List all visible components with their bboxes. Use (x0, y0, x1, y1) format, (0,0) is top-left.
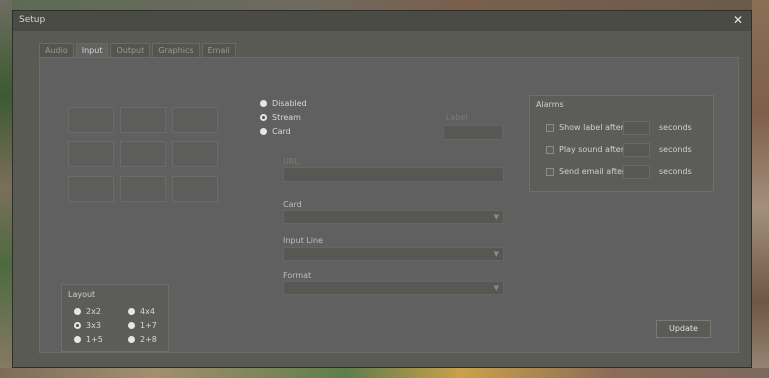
layout-3x3-label: 3x3 (86, 321, 101, 330)
label-input[interactable] (443, 125, 503, 140)
tab-bar: Audio Input Output Graphics Email (39, 43, 238, 58)
preview-cell-5[interactable] (120, 141, 166, 167)
layout-group: Layout 2x2 4x4 3x3 1+7 1+5 2+8 (61, 284, 169, 352)
show-label-text: Show label after (559, 123, 624, 132)
card-label: Card (283, 200, 302, 209)
layout-1plus7-radio[interactable]: 1+7 (128, 321, 157, 330)
preview-cell-7[interactable] (68, 176, 114, 202)
preview-cell-8[interactable] (120, 176, 166, 202)
layout-1plus5-radio[interactable]: 1+5 (74, 335, 103, 344)
source-disabled-label: Disabled (272, 99, 307, 108)
title-bar: Setup ✕ (13, 11, 751, 31)
checkbox-icon (546, 145, 554, 154)
radio-icon (74, 308, 81, 315)
show-label-unit: seconds (659, 123, 692, 132)
source-stream-label: Stream (272, 113, 301, 122)
desktop-strip-left (0, 0, 12, 378)
label-field-label: Label (446, 113, 468, 122)
alarms-title: Alarms (536, 100, 564, 109)
layout-title: Layout (68, 290, 96, 299)
source-stream-radio[interactable]: Stream (260, 113, 301, 122)
layout-1plus5-label: 1+5 (86, 335, 103, 344)
format-select[interactable]: ▼ (283, 281, 504, 295)
preview-cell-2[interactable] (120, 107, 166, 133)
layout-4x4-radio[interactable]: 4x4 (128, 307, 155, 316)
play-sound-unit: seconds (659, 145, 692, 154)
chevron-down-icon: ▼ (493, 284, 499, 292)
preview-cell-4[interactable] (68, 141, 114, 167)
layout-3x3-radio[interactable]: 3x3 (74, 321, 101, 330)
radio-icon (128, 308, 135, 315)
card-select[interactable]: ▼ (283, 210, 504, 224)
close-icon[interactable]: ✕ (731, 13, 745, 27)
play-sound-checkbox[interactable]: Play sound after (546, 145, 624, 154)
chevron-down-icon: ▼ (493, 213, 499, 221)
preview-cell-9[interactable] (172, 176, 218, 202)
alarms-group: Alarms Show label after seconds Play sou… (529, 95, 714, 192)
show-label-checkbox[interactable]: Show label after (546, 123, 624, 132)
send-email-text: Send email after (559, 167, 626, 176)
radio-icon (260, 128, 267, 135)
desktop-strip-right (752, 0, 769, 378)
input-tab-panel: Disabled Stream Card Label URL Card ▼ In… (39, 57, 739, 353)
checkbox-icon (546, 123, 554, 132)
preview-cell-6[interactable] (172, 141, 218, 167)
layout-1plus7-label: 1+7 (140, 321, 157, 330)
setup-dialog: Setup ✕ Audio Input Output Graphics Emai… (12, 10, 752, 368)
tab-input[interactable]: Input (75, 43, 109, 58)
show-label-seconds-input[interactable] (623, 121, 650, 135)
radio-icon (260, 100, 267, 107)
preview-cell-1[interactable] (68, 107, 114, 133)
desktop-strip-top (0, 0, 769, 10)
radio-icon (74, 336, 81, 343)
tab-audio[interactable]: Audio (39, 43, 74, 57)
format-label: Format (283, 271, 312, 280)
layout-4x4-label: 4x4 (140, 307, 155, 316)
tab-graphics[interactable]: Graphics (152, 43, 200, 57)
source-card-label: Card (272, 127, 291, 136)
window-title: Setup (19, 15, 46, 25)
preview-cell-3[interactable] (172, 107, 218, 133)
radio-selected-icon (260, 114, 267, 121)
tab-output[interactable]: Output (110, 43, 151, 57)
radio-icon (128, 322, 135, 329)
layout-2plus8-radio[interactable]: 2+8 (128, 335, 157, 344)
url-field-label: URL (283, 157, 299, 166)
send-email-seconds-input[interactable] (623, 165, 650, 179)
layout-2x2-radio[interactable]: 2x2 (74, 307, 101, 316)
layout-2x2-label: 2x2 (86, 307, 101, 316)
url-input[interactable] (283, 167, 504, 182)
send-email-unit: seconds (659, 167, 692, 176)
send-email-checkbox[interactable]: Send email after (546, 167, 625, 176)
radio-selected-icon (74, 322, 81, 329)
source-card-radio[interactable]: Card (260, 127, 291, 136)
chevron-down-icon: ▼ (493, 250, 499, 258)
radio-icon (128, 336, 135, 343)
input-line-select[interactable]: ▼ (283, 247, 504, 261)
input-line-label: Input Line (283, 236, 323, 245)
tab-email[interactable]: Email (201, 43, 236, 57)
play-sound-seconds-input[interactable] (623, 143, 650, 157)
play-sound-text: Play sound after (559, 145, 624, 154)
checkbox-icon (546, 167, 554, 176)
desktop-strip-bottom (0, 368, 769, 378)
update-button[interactable]: Update (656, 320, 711, 338)
layout-2plus8-label: 2+8 (140, 335, 157, 344)
source-disabled-radio[interactable]: Disabled (260, 99, 307, 108)
